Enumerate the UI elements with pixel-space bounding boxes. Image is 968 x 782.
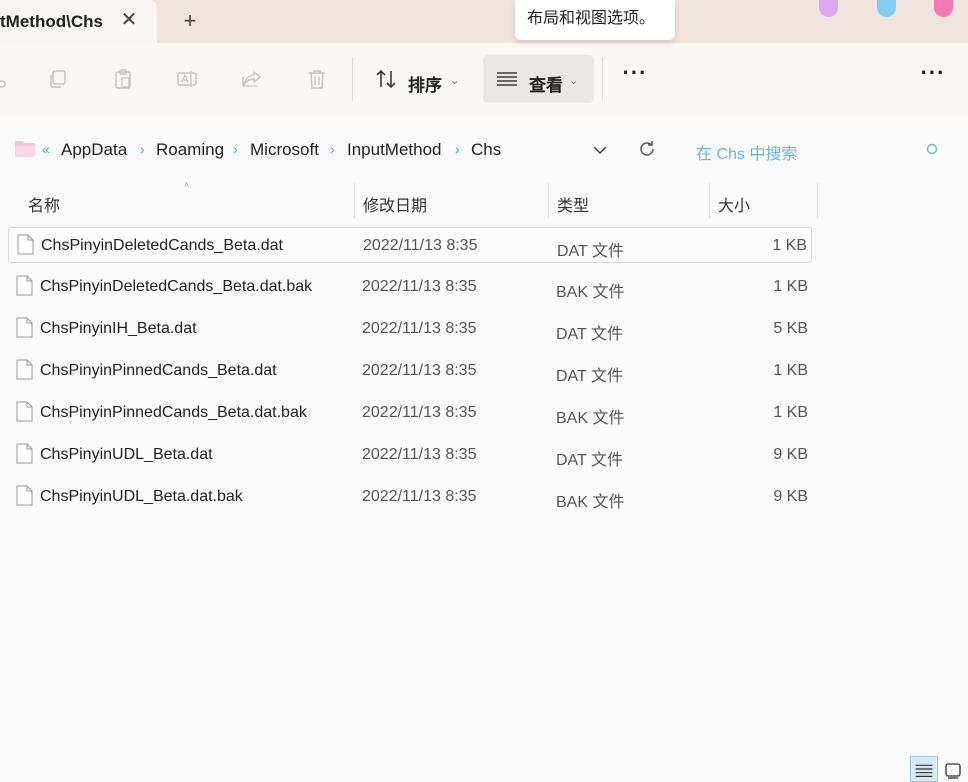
file-type: BAK 文件 bbox=[556, 284, 625, 301]
file-row[interactable]: ChsPinyinPinnedCands_Beta.dat 2022/11/13 … bbox=[8, 353, 812, 389]
file-name: ChsPinyinPinnedCands_Beta.dat bbox=[40, 362, 277, 379]
file-name: ChsPinyinDeletedCands_Beta.dat.bak bbox=[40, 278, 313, 295]
tab-title: tMethod\Chs bbox=[0, 12, 103, 31]
file-date: 2022/11/13 8:35 bbox=[363, 237, 478, 254]
breadcrumb-roaming[interactable]: Roaming bbox=[156, 140, 224, 160]
search-icon[interactable] bbox=[925, 142, 939, 156]
command-bar: 排序 ⌄ 查看 ⌄ ··· ··· bbox=[0, 43, 968, 117]
column-header-size[interactable]: 大小 bbox=[710, 183, 817, 218]
view-button[interactable]: 查看 ⌄ bbox=[483, 55, 594, 103]
search-input[interactable]: 在 Chs 中搜索 bbox=[696, 140, 797, 164]
file-date: 2022/11/13 8:35 bbox=[362, 404, 477, 421]
more-options-button-right[interactable]: ··· bbox=[918, 62, 948, 93]
file-icon bbox=[16, 401, 33, 422]
breadcrumb-microsoft[interactable]: Microsoft bbox=[250, 140, 319, 160]
tab-current-folder[interactable]: tMethod\Chs ✕ bbox=[0, 0, 157, 43]
breadcrumb-separator-icon: › bbox=[233, 141, 238, 157]
file-date: 2022/11/13 8:35 bbox=[362, 488, 477, 505]
file-row[interactable]: ChsPinyinDeletedCands_Beta.dat.bak 2022/1… bbox=[8, 269, 812, 305]
file-row[interactable]: ChsPinyinUDL_Beta.dat.bak 2022/11/13 8:35… bbox=[8, 479, 812, 515]
file-size: 9 KB bbox=[773, 446, 808, 463]
file-type: DAT 文件 bbox=[556, 452, 623, 469]
file-icon bbox=[16, 485, 33, 506]
delete-icon[interactable] bbox=[305, 67, 329, 91]
file-name: ChsPinyinDeletedCands_Beta.dat bbox=[41, 237, 283, 254]
breadcrumb-overflow-icon[interactable]: « bbox=[42, 141, 50, 157]
file-icon bbox=[17, 234, 34, 255]
file-date: 2022/11/13 8:35 bbox=[362, 362, 477, 379]
column-header-date[interactable]: 修改日期 bbox=[355, 183, 548, 218]
file-size: 1 KB bbox=[773, 362, 808, 379]
sort-arrows-icon bbox=[374, 67, 398, 91]
file-name: ChsPinyinUDL_Beta.dat bbox=[40, 446, 213, 463]
view-options-tooltip: 布局和视图选项。 bbox=[515, 0, 675, 40]
file-icon bbox=[16, 317, 33, 338]
pink-decoration-icon bbox=[934, 0, 953, 17]
refresh-icon[interactable] bbox=[637, 139, 657, 159]
column-header-name[interactable]: 名称 bbox=[20, 183, 354, 218]
file-icon bbox=[16, 275, 33, 296]
new-tab-button[interactable]: + bbox=[178, 9, 202, 33]
file-type: DAT 文件 bbox=[556, 368, 623, 385]
column-label-name: 名称 bbox=[28, 198, 61, 215]
file-row[interactable]: ChsPinyinDeletedCands_Beta.dat 2022/11/13… bbox=[8, 227, 812, 263]
file-icon bbox=[16, 359, 33, 380]
paste-icon[interactable] bbox=[111, 67, 135, 91]
title-bar: tMethod\Chs ✕ + bbox=[0, 0, 968, 43]
breadcrumb-inputmethod[interactable]: InputMethod bbox=[347, 140, 442, 160]
file-date: 2022/11/13 8:35 bbox=[362, 320, 477, 337]
chevron-down-icon: ⌄ bbox=[569, 75, 579, 87]
toolbar-divider bbox=[602, 57, 603, 101]
file-size: 5 KB bbox=[773, 320, 808, 337]
file-row[interactable]: ChsPinyinPinnedCands_Beta.dat.bak 2022/11… bbox=[8, 395, 812, 431]
file-icon bbox=[16, 443, 33, 464]
address-history-chevron-icon[interactable] bbox=[590, 139, 610, 159]
file-name: ChsPinyinPinnedCands_Beta.dat.bak bbox=[40, 404, 307, 421]
column-label-size: 大小 bbox=[718, 198, 751, 215]
file-date: 2022/11/13 8:35 bbox=[362, 278, 477, 295]
column-divider[interactable] bbox=[817, 183, 818, 218]
file-type: DAT 文件 bbox=[556, 326, 623, 343]
view-list-icon bbox=[495, 67, 519, 91]
file-size: 9 KB bbox=[773, 488, 808, 505]
toolbar-divider bbox=[352, 57, 353, 101]
close-tab-icon[interactable]: ✕ bbox=[118, 9, 140, 31]
blue-decoration-icon bbox=[877, 0, 896, 17]
copy-icon[interactable] bbox=[46, 67, 70, 91]
sort-button[interactable]: 排序 ⌄ bbox=[366, 57, 470, 103]
file-type: BAK 文件 bbox=[556, 410, 625, 427]
file-type: DAT 文件 bbox=[557, 243, 624, 260]
column-header-type[interactable]: 类型 bbox=[549, 183, 709, 218]
breadcrumb-chs[interactable]: Chs bbox=[471, 140, 501, 160]
file-size: 1 KB bbox=[773, 278, 808, 295]
large-icons-view-icon[interactable] bbox=[942, 760, 964, 780]
file-date: 2022/11/13 8:35 bbox=[362, 446, 477, 463]
chevron-down-icon: ⌄ bbox=[450, 75, 460, 87]
breadcrumb-separator-icon: › bbox=[140, 141, 145, 157]
file-type: BAK 文件 bbox=[556, 494, 625, 511]
folder-icon bbox=[15, 141, 35, 157]
file-name: ChsPinyinIH_Beta.dat bbox=[40, 320, 197, 337]
more-options-button[interactable]: ··· bbox=[620, 62, 650, 93]
file-size: 1 KB bbox=[772, 237, 807, 254]
view-label: 查看 bbox=[529, 76, 563, 95]
address-bar: « AppData › Roaming › Microsoft › InputM… bbox=[0, 117, 968, 183]
breadcrumb-appdata[interactable]: AppData bbox=[61, 140, 127, 160]
column-label-type: 类型 bbox=[557, 198, 590, 215]
share-icon[interactable] bbox=[240, 67, 264, 91]
details-view-icon[interactable] bbox=[910, 756, 938, 782]
file-name: ChsPinyinUDL_Beta.dat.bak bbox=[40, 488, 243, 505]
file-row[interactable]: ChsPinyinIH_Beta.dat 2022/11/13 8:35 DAT 文… bbox=[8, 311, 812, 347]
sort-label: 排序 bbox=[408, 76, 442, 95]
breadcrumb-separator-icon: › bbox=[455, 141, 460, 157]
purple-decoration-icon bbox=[819, 0, 838, 17]
file-size: 1 KB bbox=[773, 404, 808, 421]
column-label-date: 修改日期 bbox=[363, 198, 428, 215]
cut-icon[interactable] bbox=[0, 67, 10, 91]
file-row[interactable]: ChsPinyinUDL_Beta.dat 2022/11/13 8:35 DAT … bbox=[8, 437, 812, 473]
breadcrumb-separator-icon: › bbox=[330, 141, 335, 157]
rename-icon[interactable] bbox=[175, 67, 199, 91]
